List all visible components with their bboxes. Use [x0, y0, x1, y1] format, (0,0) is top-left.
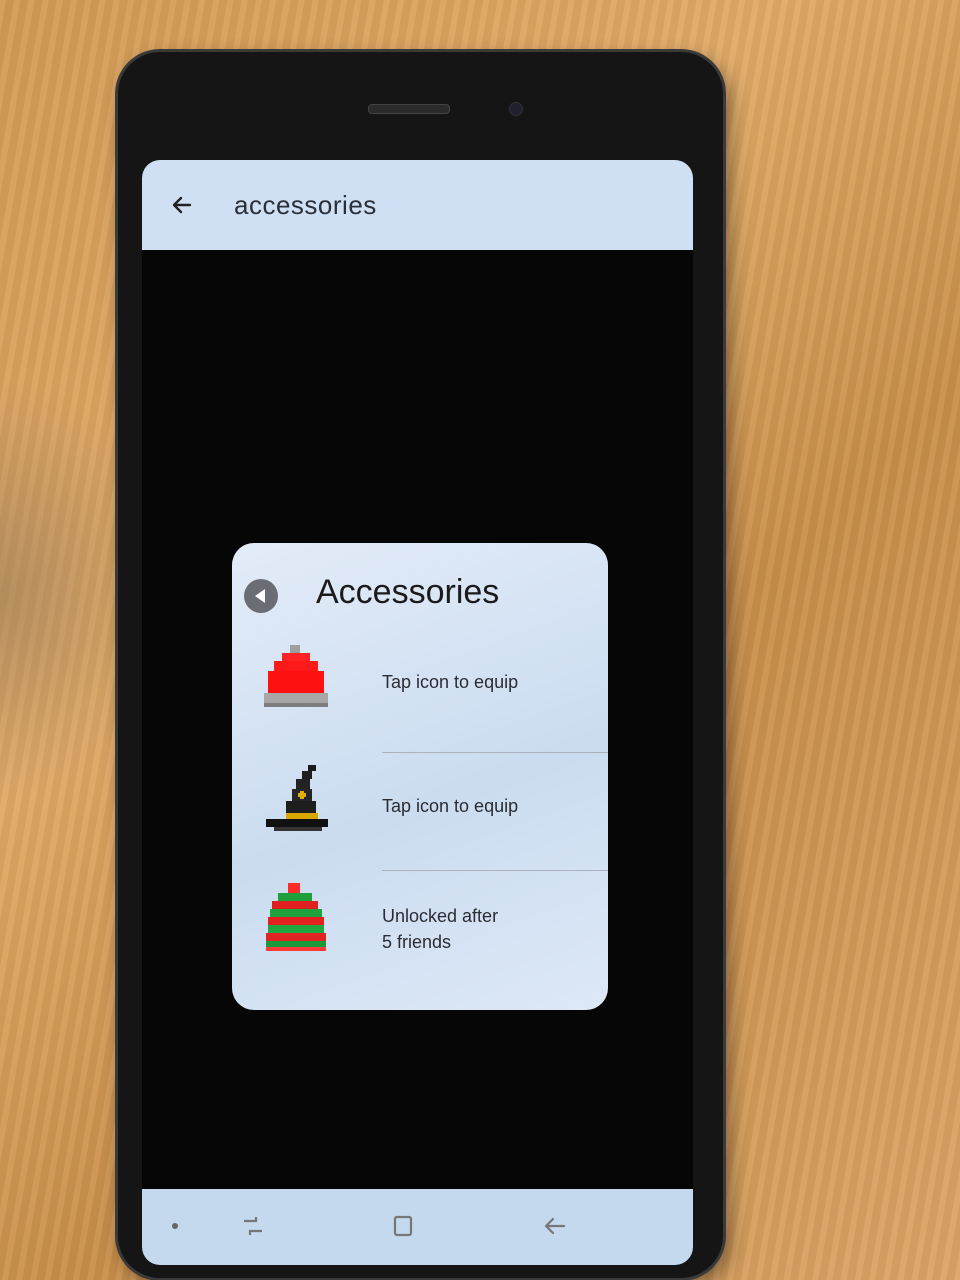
back-icon[interactable] [540, 1211, 570, 1241]
accessory-item: Tap icon to equip [232, 761, 608, 879]
item-status: Tap icon to equip [382, 672, 519, 692]
nav-indicator-dot [172, 1223, 178, 1229]
earpiece-speaker [368, 104, 450, 114]
back-circle-icon[interactable] [244, 579, 278, 613]
system-nav-bar [142, 1189, 693, 1265]
dialog-title: Accessories [316, 573, 500, 611]
page-title: accessories [234, 189, 377, 220]
home-icon[interactable] [388, 1211, 418, 1241]
app-bar: accessories [142, 160, 693, 250]
item-status: Tap icon to equip [382, 796, 519, 816]
accessory-item: Unlocked after 5 friends [232, 881, 608, 999]
accessory-item: Tap icon to equip [232, 641, 608, 759]
item-status: Unlocked after 5 friends [382, 906, 499, 952]
arrow-left-icon[interactable] [170, 193, 194, 217]
striped-beanie-icon[interactable] [256, 881, 336, 961]
recent-apps-icon[interactable] [238, 1211, 268, 1241]
phone-frame: accessories Accessories Tap icon to equi… [118, 52, 723, 1278]
phone-screen: accessories Accessories Tap icon to equi… [142, 160, 693, 1265]
witch-hat-icon[interactable] [256, 761, 336, 841]
red-beanie-icon[interactable] [256, 641, 336, 721]
divider [382, 752, 608, 753]
front-camera [509, 102, 523, 116]
divider [382, 870, 608, 871]
accessories-dialog: Accessories Tap icon to equip Tap icon t… [232, 543, 608, 1010]
